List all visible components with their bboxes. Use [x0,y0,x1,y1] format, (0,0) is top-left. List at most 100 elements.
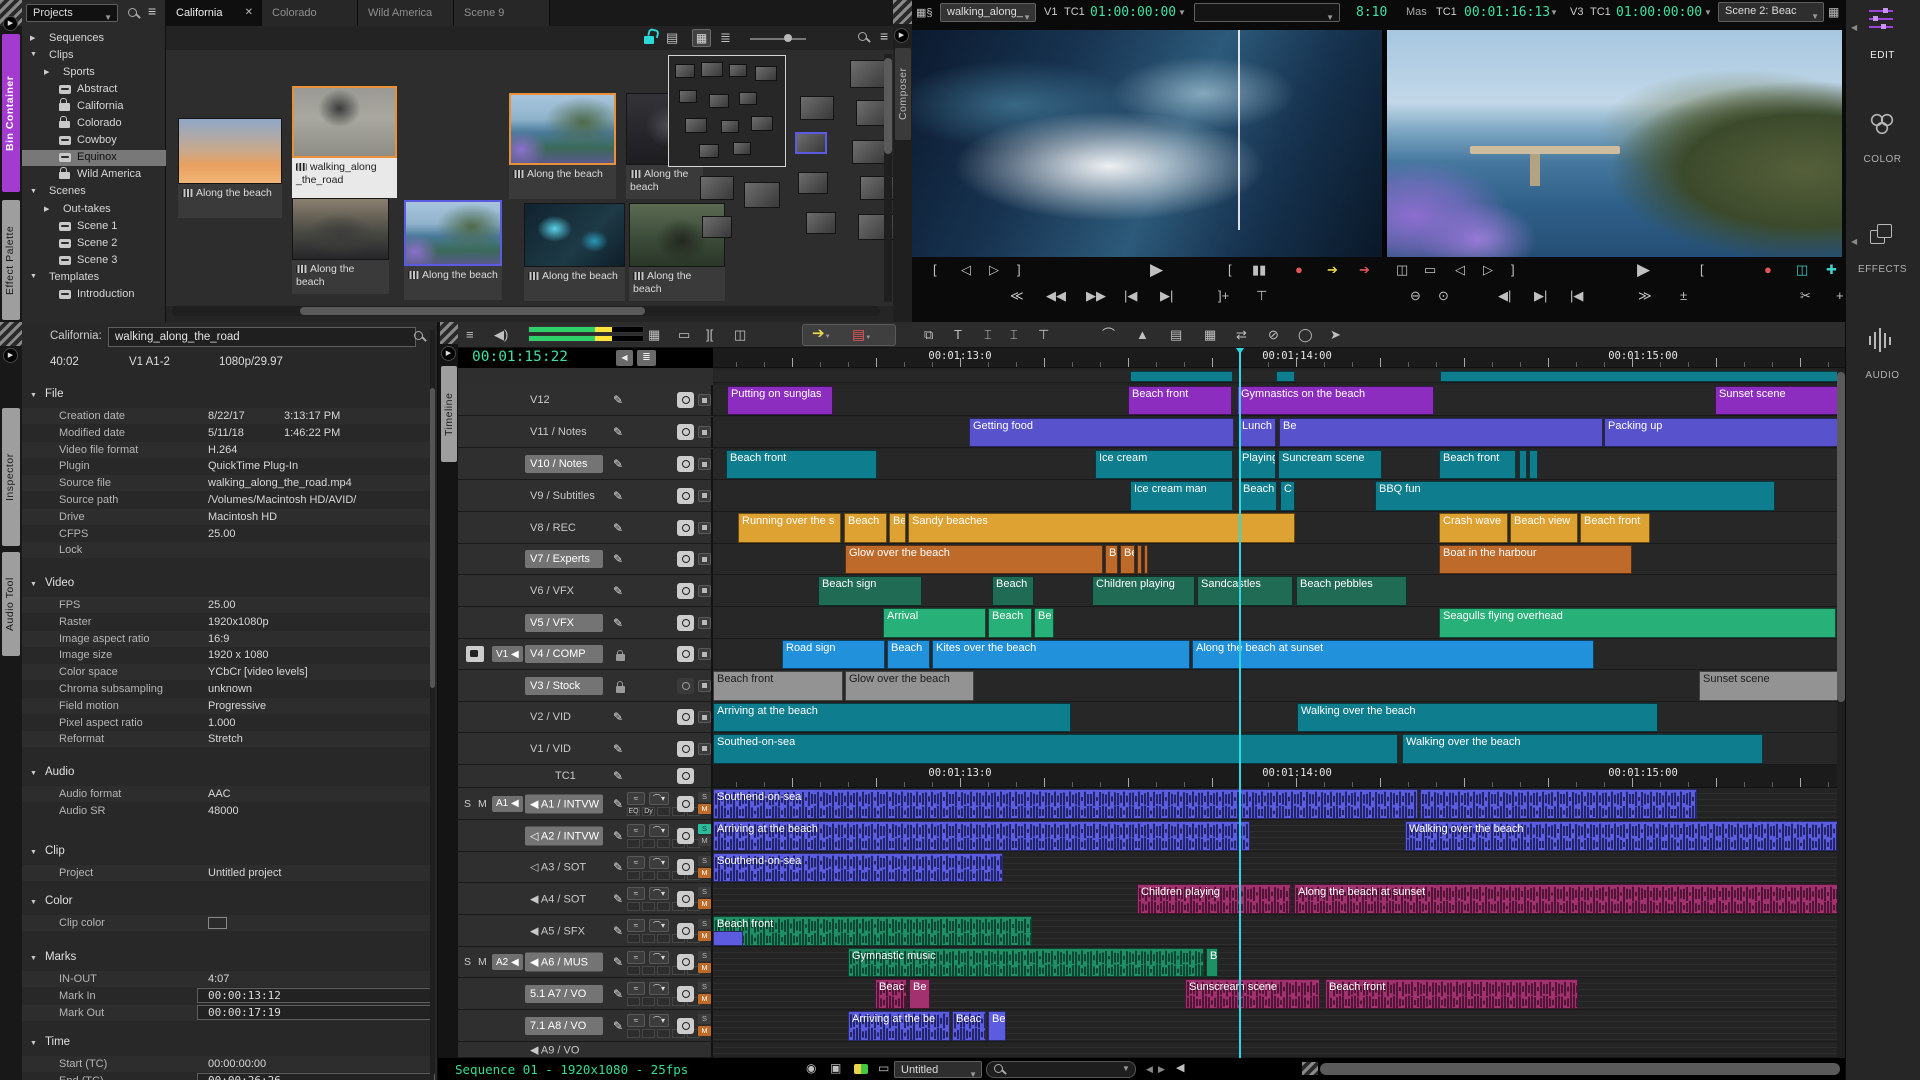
track-select-button[interactable] [698,521,711,534]
chevron-down-icon[interactable]: ▼ [30,273,37,280]
timeline-clip-beach-front[interactable]: Beach front [713,916,1032,946]
track-select-button[interactable] [698,394,711,406]
track-name-v3[interactable]: V3 / Stock [525,676,603,695]
timeline-clip-beach-front[interactable]: Beach front [1580,513,1650,543]
track-monitor-button[interactable] [677,392,694,408]
sidebar-item-scene-3[interactable]: Scene 3 [22,252,166,268]
add-edit-button[interactable]: ]+ [1218,288,1229,304]
menu-icon[interactable]: ≡ [466,327,474,343]
bin-clip-thumbnail[interactable] [509,93,616,165]
timeline-search-icon[interactable] [994,1064,1003,1073]
eq-slot[interactable] [642,839,655,848]
timeline-clip-getting-food[interactable]: Getting food [969,418,1234,447]
monitor-select[interactable]: ▭ [878,1060,889,1076]
tab-bin-container[interactable]: Bin Container [2,34,20,192]
sidebar-item-sports[interactable]: ▶ Sports [22,64,166,80]
chevron-down-icon[interactable]: ▼ [30,1040,37,1047]
track-monitor-button[interactable] [677,456,694,472]
track-header-v4[interactable]: V1 ◀ V4 / COMP [458,639,713,670]
timeline-clip-lunch[interactable]: Lunch [1238,418,1276,447]
mute-button[interactable]: M [698,836,711,846]
mark-clip-button[interactable]: [ [1700,262,1704,278]
record-indicator[interactable]: ◉ [806,1060,816,1076]
drag-handle[interactable] [440,322,458,344]
filmstrip-icon[interactable]: ▦ [1828,4,1839,20]
timeline-clip-road-sign[interactable]: Road sign [782,640,885,669]
sidebar-item-edit[interactable]: EDIT [1845,50,1920,61]
track-select-button[interactable] [698,648,711,660]
automation-icon[interactable]: ⌒▾ [649,982,669,995]
source-track-label[interactable]: V1 [1044,6,1057,18]
add-button[interactable]: ✚ [1826,262,1837,278]
drag-handle[interactable] [893,0,912,24]
timeline-clip-be[interactable]: Be [889,513,906,543]
timeline-clip-southend-on-sea[interactable]: Southend-on-sea [713,789,1418,819]
track-monitor-button[interactable] [677,677,694,694]
track-select-button[interactable] [698,426,711,438]
sidebar-item-california[interactable]: California [22,98,166,114]
splice-in-button[interactable]: ➔▼ [812,326,831,345]
track-monitor-button[interactable] [677,890,694,907]
mute-group-label[interactable]: M [478,798,487,810]
pencil-icon[interactable]: ✎ [613,584,623,598]
timeline-clip-seagulls-flying-overhead[interactable]: Seagulls flying overhead [1439,608,1836,638]
fast-forward-button[interactable]: ▶▶ [1086,288,1106,304]
pencil-icon[interactable]: ✎ [613,521,623,535]
tab-audio-tool[interactable]: Audio Tool [2,552,20,656]
timeline-clip-walking-over-the-beach[interactable]: Walking over the beach [1405,821,1843,851]
timeline-clip-beach-sign[interactable]: Beach sign [818,576,922,606]
solo-button[interactable]: S [698,856,711,866]
track-monitor-button[interactable] [677,646,694,662]
frame-button[interactable]: ▭ [1424,262,1436,278]
timeline-clip-bbq-fun[interactable]: BBQ fun [1375,481,1775,511]
track-select-button[interactable] [698,616,711,629]
bin-clip-thumbnail-small[interactable] [744,182,780,208]
tab-effect-palette[interactable]: Effect Palette [2,200,20,320]
mute-button[interactable]: M [698,1026,711,1036]
timeline-clip-walking-over-the-beach[interactable]: Walking over the beach [1402,734,1763,764]
track-name-v1[interactable]: V1 / VID [525,740,603,758]
timeline-clip-beach-front[interactable]: Beach front [1439,450,1516,479]
sidebar-item-cowboy[interactable]: Cowboy [22,133,166,149]
timeline-clip-playing[interactable]: Playing [1238,450,1276,479]
scroll-resize-handle[interactable] [1302,1062,1318,1075]
timeline-clip-arrival[interactable]: Arrival [883,608,986,638]
step-forward-button[interactable]: ▷ [1483,262,1493,278]
bin-clip-thumbnail-small[interactable] [702,216,732,238]
track-header-v3[interactable]: V3 / Stock [458,670,713,702]
timeline-clip-southed-on-sea[interactable]: Southed-on-sea [713,734,1398,764]
grid-button[interactable]: ◫ [1396,262,1408,278]
track-header-v9[interactable]: V9 / Subtitles ✎ [458,480,713,512]
sidebar-item-equinox[interactable]: Equinox [22,149,166,166]
track-monitor-button[interactable] [677,424,694,440]
sidebar-item-sequences[interactable]: ▶ Sequences [22,30,166,46]
trim-right-button[interactable]: ▶| [1534,288,1547,304]
solo-button[interactable]: S [698,951,711,961]
timeline-clip-beach-front[interactable]: Beach front [713,671,843,701]
track-monitor-button[interactable] [677,614,694,631]
eq-slot[interactable] [657,966,670,975]
track-header-a5[interactable]: ◀ A5 / SFX ✎ ≈ ⌒▾ S M [458,915,713,947]
pencil-icon[interactable]: ✎ [613,860,623,874]
pencil-icon[interactable]: ✎ [613,710,623,724]
track-name-a4[interactable]: ◀ A4 / SOT [525,889,603,908]
track-header-a2[interactable]: ◁ A2 / INTVW ✎ ≈ ⌒▾ S M [458,820,713,852]
field-input[interactable]: 00:00:13:12 [197,987,435,1003]
eq-slot[interactable] [627,839,640,848]
pencil-icon[interactable]: ✎ [613,769,623,783]
swap-icon[interactable]: ⇄ [1236,327,1247,343]
effects-mode-icon[interactable] [1869,222,1895,246]
trim-button[interactable]: ± [1680,288,1687,304]
track-name-a6[interactable]: ◀ A6 / MUS [525,952,603,972]
eq-slot[interactable] [642,966,655,975]
pencil-icon[interactable]: ✎ [613,393,623,407]
track-name-a7[interactable]: 5.1 A7 / VO [525,984,603,1003]
timeline-clip-glow-over-the-beach[interactable]: Glow over the beach [845,545,1103,574]
preset-selector[interactable]: Untitled ▼ [894,1061,982,1079]
chevron-down-icon[interactable]: ▼ [1178,8,1186,17]
track-monitor-button[interactable] [677,487,694,504]
field-input[interactable]: 00:00:26:26 [197,1072,435,1080]
anchor-icon[interactable]: ⊤ [1038,327,1049,343]
collapse-icon[interactable]: ◀ [1176,1060,1184,1076]
bin-clip-thumbnail-small[interactable] [800,96,834,120]
